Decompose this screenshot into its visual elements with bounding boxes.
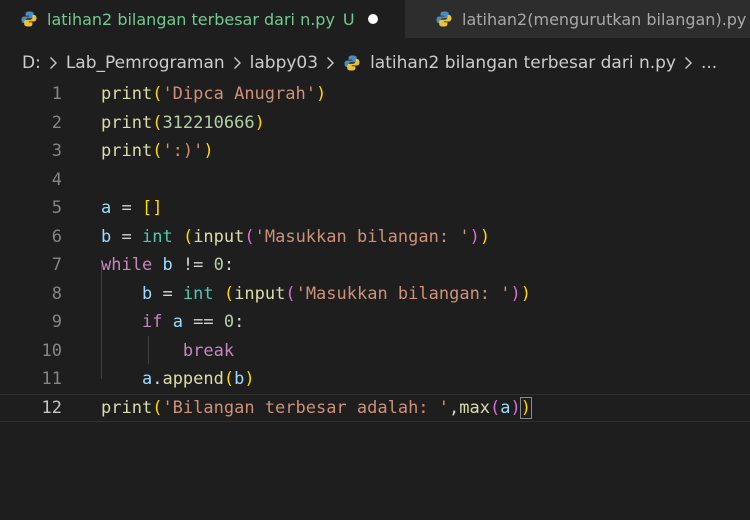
breadcrumb-folder-lab[interactable]: Lab_Pemrograman [66, 53, 225, 73]
code-text[interactable]: print('Dipca Anugrah') [101, 80, 326, 109]
chevron-right-icon [49, 56, 58, 70]
tab-latihan2-bilangan-terbesar[interactable]: latihan2 bilangan terbesar dari n.py U [0, 0, 405, 38]
chevron-right-icon [233, 56, 242, 70]
code-text[interactable]: a.append(b) [101, 365, 255, 394]
breadcrumb-drive[interactable]: D: [22, 53, 41, 73]
line-number: 6 [51, 226, 62, 247]
code-text[interactable]: b = int (input('Masukkan bilangan: ')) [101, 223, 490, 252]
line-number: 12 [41, 397, 62, 418]
breadcrumb-more[interactable]: ... [701, 53, 717, 73]
code-line[interactable]: 5 a = [] [0, 194, 750, 223]
line-number: 3 [51, 141, 62, 161]
line-number: 2 [51, 112, 62, 133]
line-number: 5 [51, 198, 62, 218]
code-line[interactable]: 3 print(':)') [0, 137, 750, 166]
line-number: 7 [51, 255, 62, 275]
breadcrumb-folder-labpy03[interactable]: labpy03 [250, 53, 318, 73]
breadcrumb: D: Lab_Pemrograman labpy03 latihan2 bila… [22, 50, 717, 76]
tab-label: latihan2 bilangan terbesar dari n.py [47, 9, 335, 29]
tab-latihan2-mengurutkan-bilangan[interactable]: latihan2(mengurutkan bilangan).py [405, 0, 750, 38]
code-line[interactable]: 8 b = int (input('Masukkan bilangan: ')) [0, 280, 750, 309]
python-file-icon [20, 10, 38, 28]
code-line[interactable]: 11 a.append(b) [0, 365, 750, 394]
code-text[interactable]: break [101, 337, 234, 366]
code-line[interactable]: 2 print(312210666) [0, 109, 750, 138]
line-number: 9 [51, 312, 62, 332]
tab-bar: latihan2 bilangan terbesar dari n.py U l… [0, 0, 750, 38]
code-line[interactable]: 10 break [0, 337, 750, 366]
line-number: 11 [41, 369, 62, 389]
line-number: 8 [51, 283, 62, 304]
code-text[interactable]: print(':)') [101, 137, 214, 166]
code-line[interactable]: 7 while b != 0: [0, 251, 750, 280]
untracked-status: U [342, 9, 355, 29]
python-file-icon [343, 54, 361, 72]
chevron-right-icon [684, 56, 693, 70]
code-text[interactable]: a = [] [101, 194, 162, 223]
code-line[interactable]: 4 [0, 166, 750, 195]
code-line[interactable]: 12 print('Bilangan terbesar adalah: ',max… [0, 393, 750, 422]
line-number: 4 [51, 169, 62, 190]
line-number: 10 [41, 340, 62, 361]
tab-label: latihan2(mengurutkan bilangan).py [462, 9, 747, 29]
code-text[interactable]: print('Bilangan terbesar adalah: ',max(a… [101, 395, 533, 422]
code-line[interactable]: 1 print('Dipca Anugrah') [0, 80, 750, 109]
python-file-icon [435, 10, 453, 28]
line-number: 1 [51, 84, 62, 104]
code-line[interactable]: 6 b = int (input('Masukkan bilangan: ')) [0, 223, 750, 252]
chevron-right-icon [326, 56, 335, 70]
code-line[interactable]: 9 if a == 0: [0, 308, 750, 337]
code-text[interactable]: while b != 0: [101, 251, 234, 280]
code-text[interactable]: if a == 0: [101, 308, 244, 337]
breadcrumb-file[interactable]: latihan2 bilangan terbesar dari n.py [370, 53, 676, 73]
code-text[interactable]: b = int (input('Masukkan bilangan: ')) [101, 280, 531, 309]
unsaved-dot-icon[interactable] [367, 14, 378, 24]
code-text[interactable]: print(312210666) [101, 109, 265, 138]
